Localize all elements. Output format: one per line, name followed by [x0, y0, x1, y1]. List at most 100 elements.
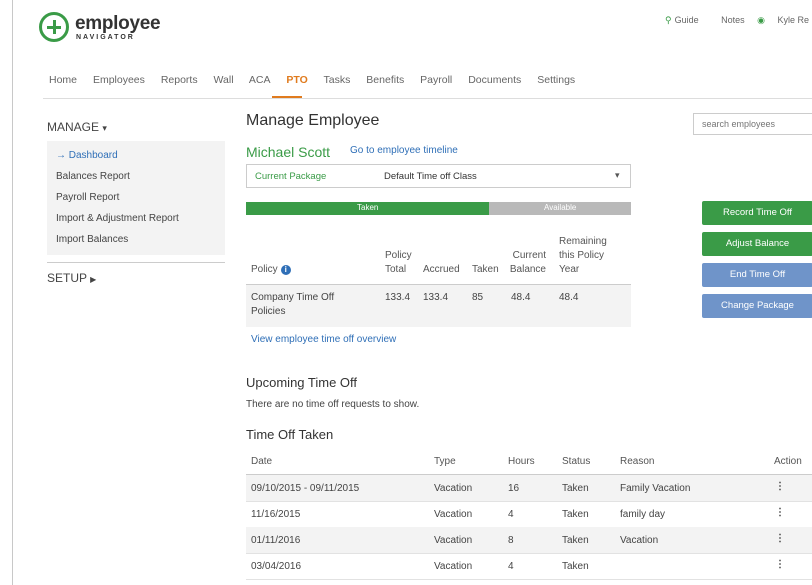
sidebar-divider: [47, 262, 225, 263]
col-status: Status: [562, 456, 591, 467]
brand-logo[interactable]: employee NAVIGATOR: [39, 12, 161, 48]
user-icon: ◉: [757, 15, 766, 25]
row-status: Taken: [562, 561, 589, 572]
main-nav: Home Employees Reports Wall ACA PTO Task…: [49, 74, 588, 86]
active-tab-indicator: [272, 96, 302, 98]
row-status: Taken: [562, 483, 589, 494]
change-package-button[interactable]: Change Package: [702, 294, 812, 318]
row-date: 03/04/2016: [251, 561, 302, 572]
app-window: employee NAVIGATOR ⚲ Guide Notes ◉ Kyle R…: [12, 0, 812, 585]
policy-name: Company Time Off Policies: [251, 292, 335, 317]
caret-down-icon: ▾: [102, 123, 107, 133]
adjust-balance-button[interactable]: Adjust Balance: [702, 232, 812, 256]
policy-total-value: 133.4: [385, 292, 411, 303]
taken-value: 85: [472, 292, 484, 303]
taken-title: Time Off Taken: [246, 427, 334, 442]
col-type: Type: [434, 456, 456, 467]
nav-settings[interactable]: Settings: [537, 74, 575, 86]
caret-right-icon: ▶: [90, 275, 97, 284]
page-title: Manage Employee: [246, 112, 380, 129]
row-actions-kebab-icon[interactable]: ⋮: [775, 507, 785, 518]
col-current-balance: Current Balance: [509, 250, 546, 275]
row-date: 09/10/2015 - 09/11/2015: [251, 483, 360, 494]
sidebar-item-import-adjustment-report[interactable]: Import & Adjustment Report: [56, 213, 179, 224]
row-reason: Family Vacation: [620, 483, 691, 494]
col-reason: Reason: [620, 456, 655, 467]
nav-home[interactable]: Home: [49, 74, 77, 86]
nav-pto[interactable]: PTO: [286, 74, 307, 86]
setup-menu-toggle[interactable]: SETUP ▶: [47, 271, 96, 285]
nav-benefits[interactable]: Benefits: [366, 74, 404, 86]
manage-menu: → Dashboard Balances Report Payroll Repo…: [47, 141, 225, 255]
user-menu[interactable]: ◉ Kyle Re: [757, 15, 812, 25]
accrued-value: 133.4: [423, 292, 449, 303]
notes-link[interactable]: Notes: [721, 15, 745, 25]
col-accrued: Accrued: [423, 264, 460, 275]
current-balance-value: 48.4: [511, 292, 531, 303]
upcoming-empty-text: There are no time off requests to show.: [246, 399, 420, 410]
row-reason: Vacation: [620, 535, 659, 546]
guide-link[interactable]: ⚲ Guide: [665, 15, 709, 25]
package-value: Default Time off Class: [384, 171, 477, 182]
nav-reports[interactable]: Reports: [161, 74, 198, 86]
sidebar-item-payroll-report[interactable]: Payroll Report: [56, 192, 119, 203]
table-row: 01/11/2016 Vacation 8 Taken Vacation ⋮: [246, 527, 812, 554]
location-pin-icon: ⚲: [665, 15, 672, 25]
col-hours: Hours: [508, 456, 535, 467]
sidebar-item-balances-report[interactable]: Balances Report: [56, 171, 130, 182]
row-actions-kebab-icon[interactable]: ⋮: [775, 559, 785, 570]
col-policy-total: Policy Total: [385, 250, 412, 275]
row-status: Taken: [562, 509, 589, 520]
policy-table-header: Policy i Policy Total Accrued Taken Curre…: [246, 232, 631, 285]
nav-payroll[interactable]: Payroll: [420, 74, 452, 86]
row-type: Vacation: [434, 535, 473, 546]
top-links: ⚲ Guide Notes ◉ Kyle Re: [665, 15, 812, 26]
row-actions-kebab-icon[interactable]: ⋮: [775, 481, 785, 492]
record-time-off-button[interactable]: Record Time Off: [702, 201, 812, 225]
chevron-down-icon: ▾: [615, 170, 620, 180]
taken-label: Taken: [357, 203, 379, 212]
employee-timeline-link[interactable]: Go to employee timeline: [350, 145, 458, 156]
row-actions-kebab-icon[interactable]: ⋮: [775, 533, 785, 544]
package-label: Current Package: [255, 171, 327, 182]
nav-employees[interactable]: Employees: [93, 74, 145, 86]
remaining-value: 48.4: [559, 292, 579, 303]
row-type: Vacation: [434, 509, 473, 520]
row-hours: 16: [508, 483, 520, 494]
table-row: Company Time Off Policies 133.4 133.4 85…: [246, 285, 631, 327]
nav-documents[interactable]: Documents: [468, 74, 521, 86]
info-icon[interactable]: i: [280, 265, 291, 275]
col-action: Action: [774, 456, 802, 467]
search-employees-input[interactable]: [693, 113, 812, 135]
nav-aca[interactable]: ACA: [249, 74, 271, 86]
row-type: Vacation: [434, 561, 473, 572]
time-off-overview-link[interactable]: View employee time off overview: [251, 334, 396, 345]
sidebar-item-import-balances[interactable]: Import Balances: [56, 234, 128, 245]
row-reason: family day: [620, 509, 666, 520]
row-date: 01/11/2016: [251, 535, 301, 546]
sidebar-item-dashboard[interactable]: → Dashboard: [56, 150, 118, 161]
brand-name: employee: [75, 13, 161, 34]
brand-sub: NAVIGATOR: [76, 34, 135, 41]
logo-plus-icon: [39, 12, 69, 42]
balance-progress-bar: Taken Available: [246, 202, 631, 215]
row-type: Vacation: [434, 483, 473, 494]
nav-divider: [43, 98, 812, 99]
current-package-select[interactable]: Current Package Default Time off Class ▾: [246, 164, 631, 188]
col-taken: Taken: [472, 264, 499, 275]
nav-tasks[interactable]: Tasks: [324, 74, 351, 86]
manage-menu-toggle[interactable]: MANAGE ▾: [47, 120, 107, 134]
col-remaining: Remaining this Policy Year: [559, 236, 607, 275]
employee-name: Michael Scott: [246, 144, 331, 160]
upcoming-title: Upcoming Time Off: [246, 375, 358, 390]
row-hours: 8: [508, 535, 514, 546]
row-status: Taken: [562, 535, 589, 546]
row-date: 11/16/2015: [251, 509, 301, 520]
nav-wall[interactable]: Wall: [214, 74, 234, 86]
taken-table-header: Date Type Hours Status Reason Action: [246, 448, 812, 475]
table-row: 11/16/2015 Vacation 4 Taken family day ⋮: [246, 501, 812, 528]
end-time-off-button[interactable]: End Time Off: [702, 263, 812, 287]
table-row: 09/10/2015 - 09/11/2015 Vacation 16 Take…: [246, 475, 812, 502]
header: employee NAVIGATOR ⚲ Guide Notes ◉ Kyle R…: [13, 0, 812, 52]
col-policy: Policy i: [251, 263, 291, 277]
